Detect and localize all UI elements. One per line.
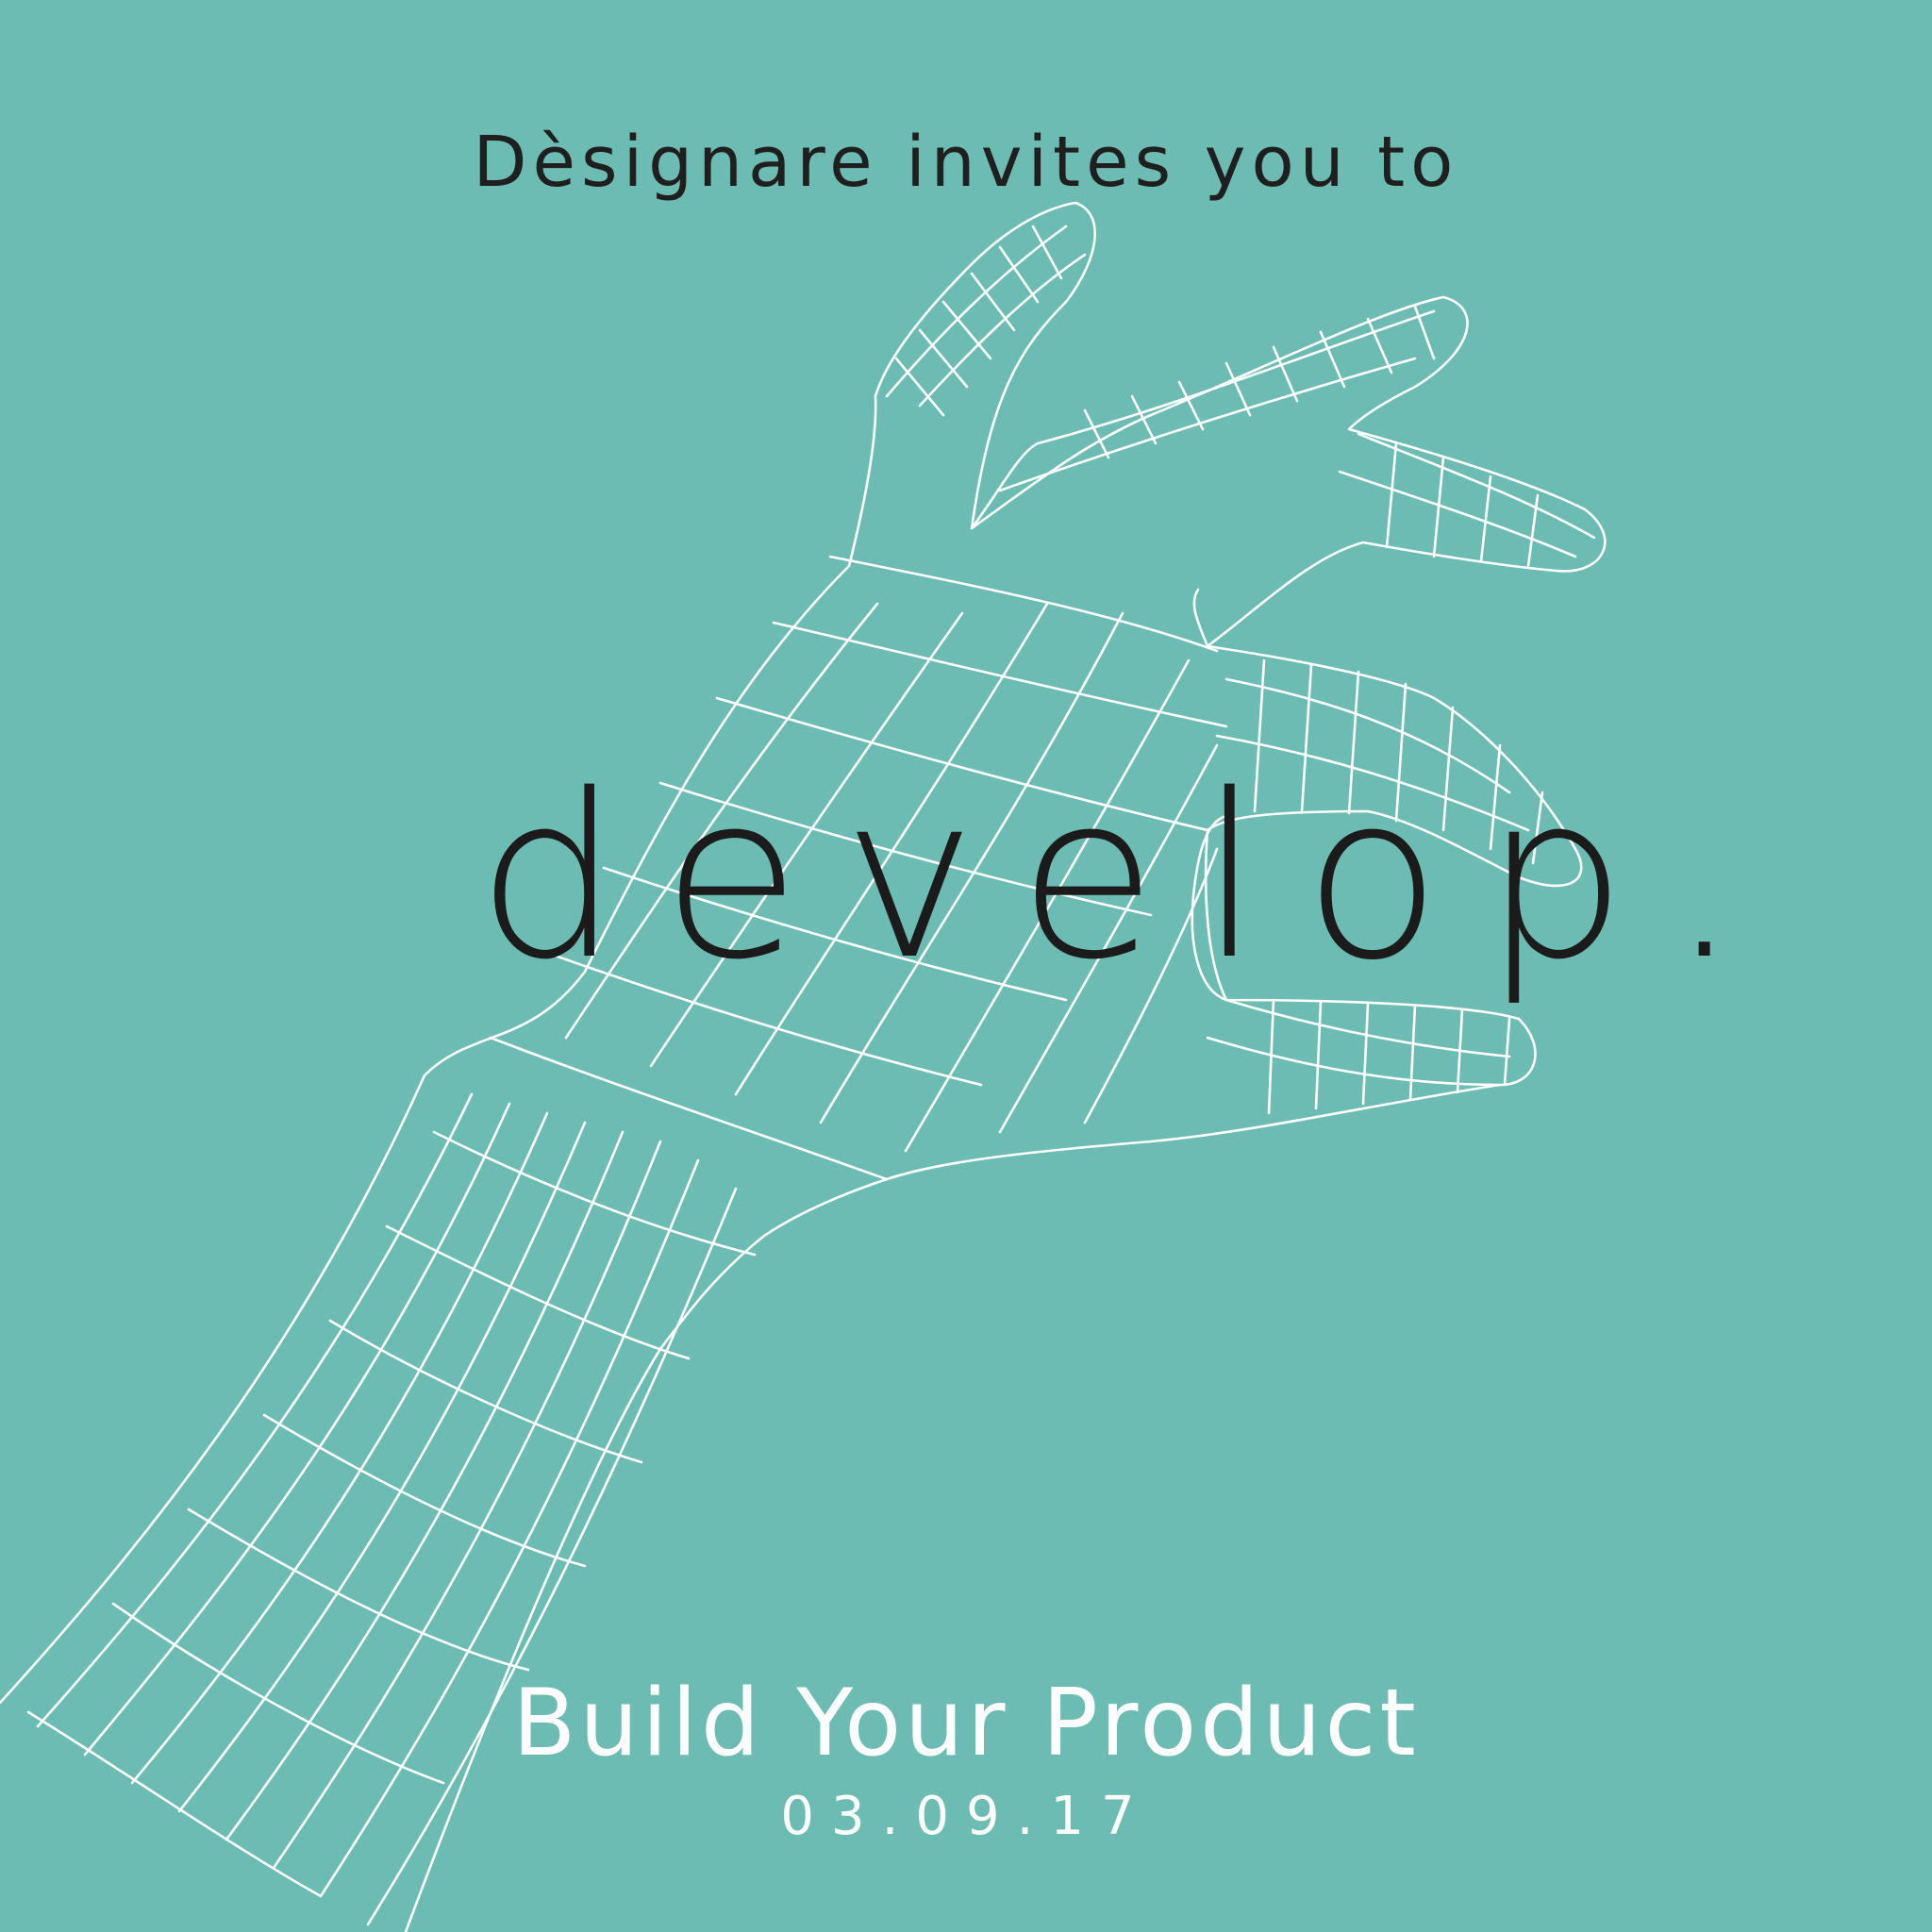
headline: develop. bbox=[476, 745, 1782, 1009]
event-title: Build Your Product bbox=[512, 1670, 1420, 1777]
invitation-poster: Dèsignare invites you to develop. Build … bbox=[0, 0, 1932, 1932]
event-date: 03.09.17 bbox=[780, 1786, 1152, 1847]
